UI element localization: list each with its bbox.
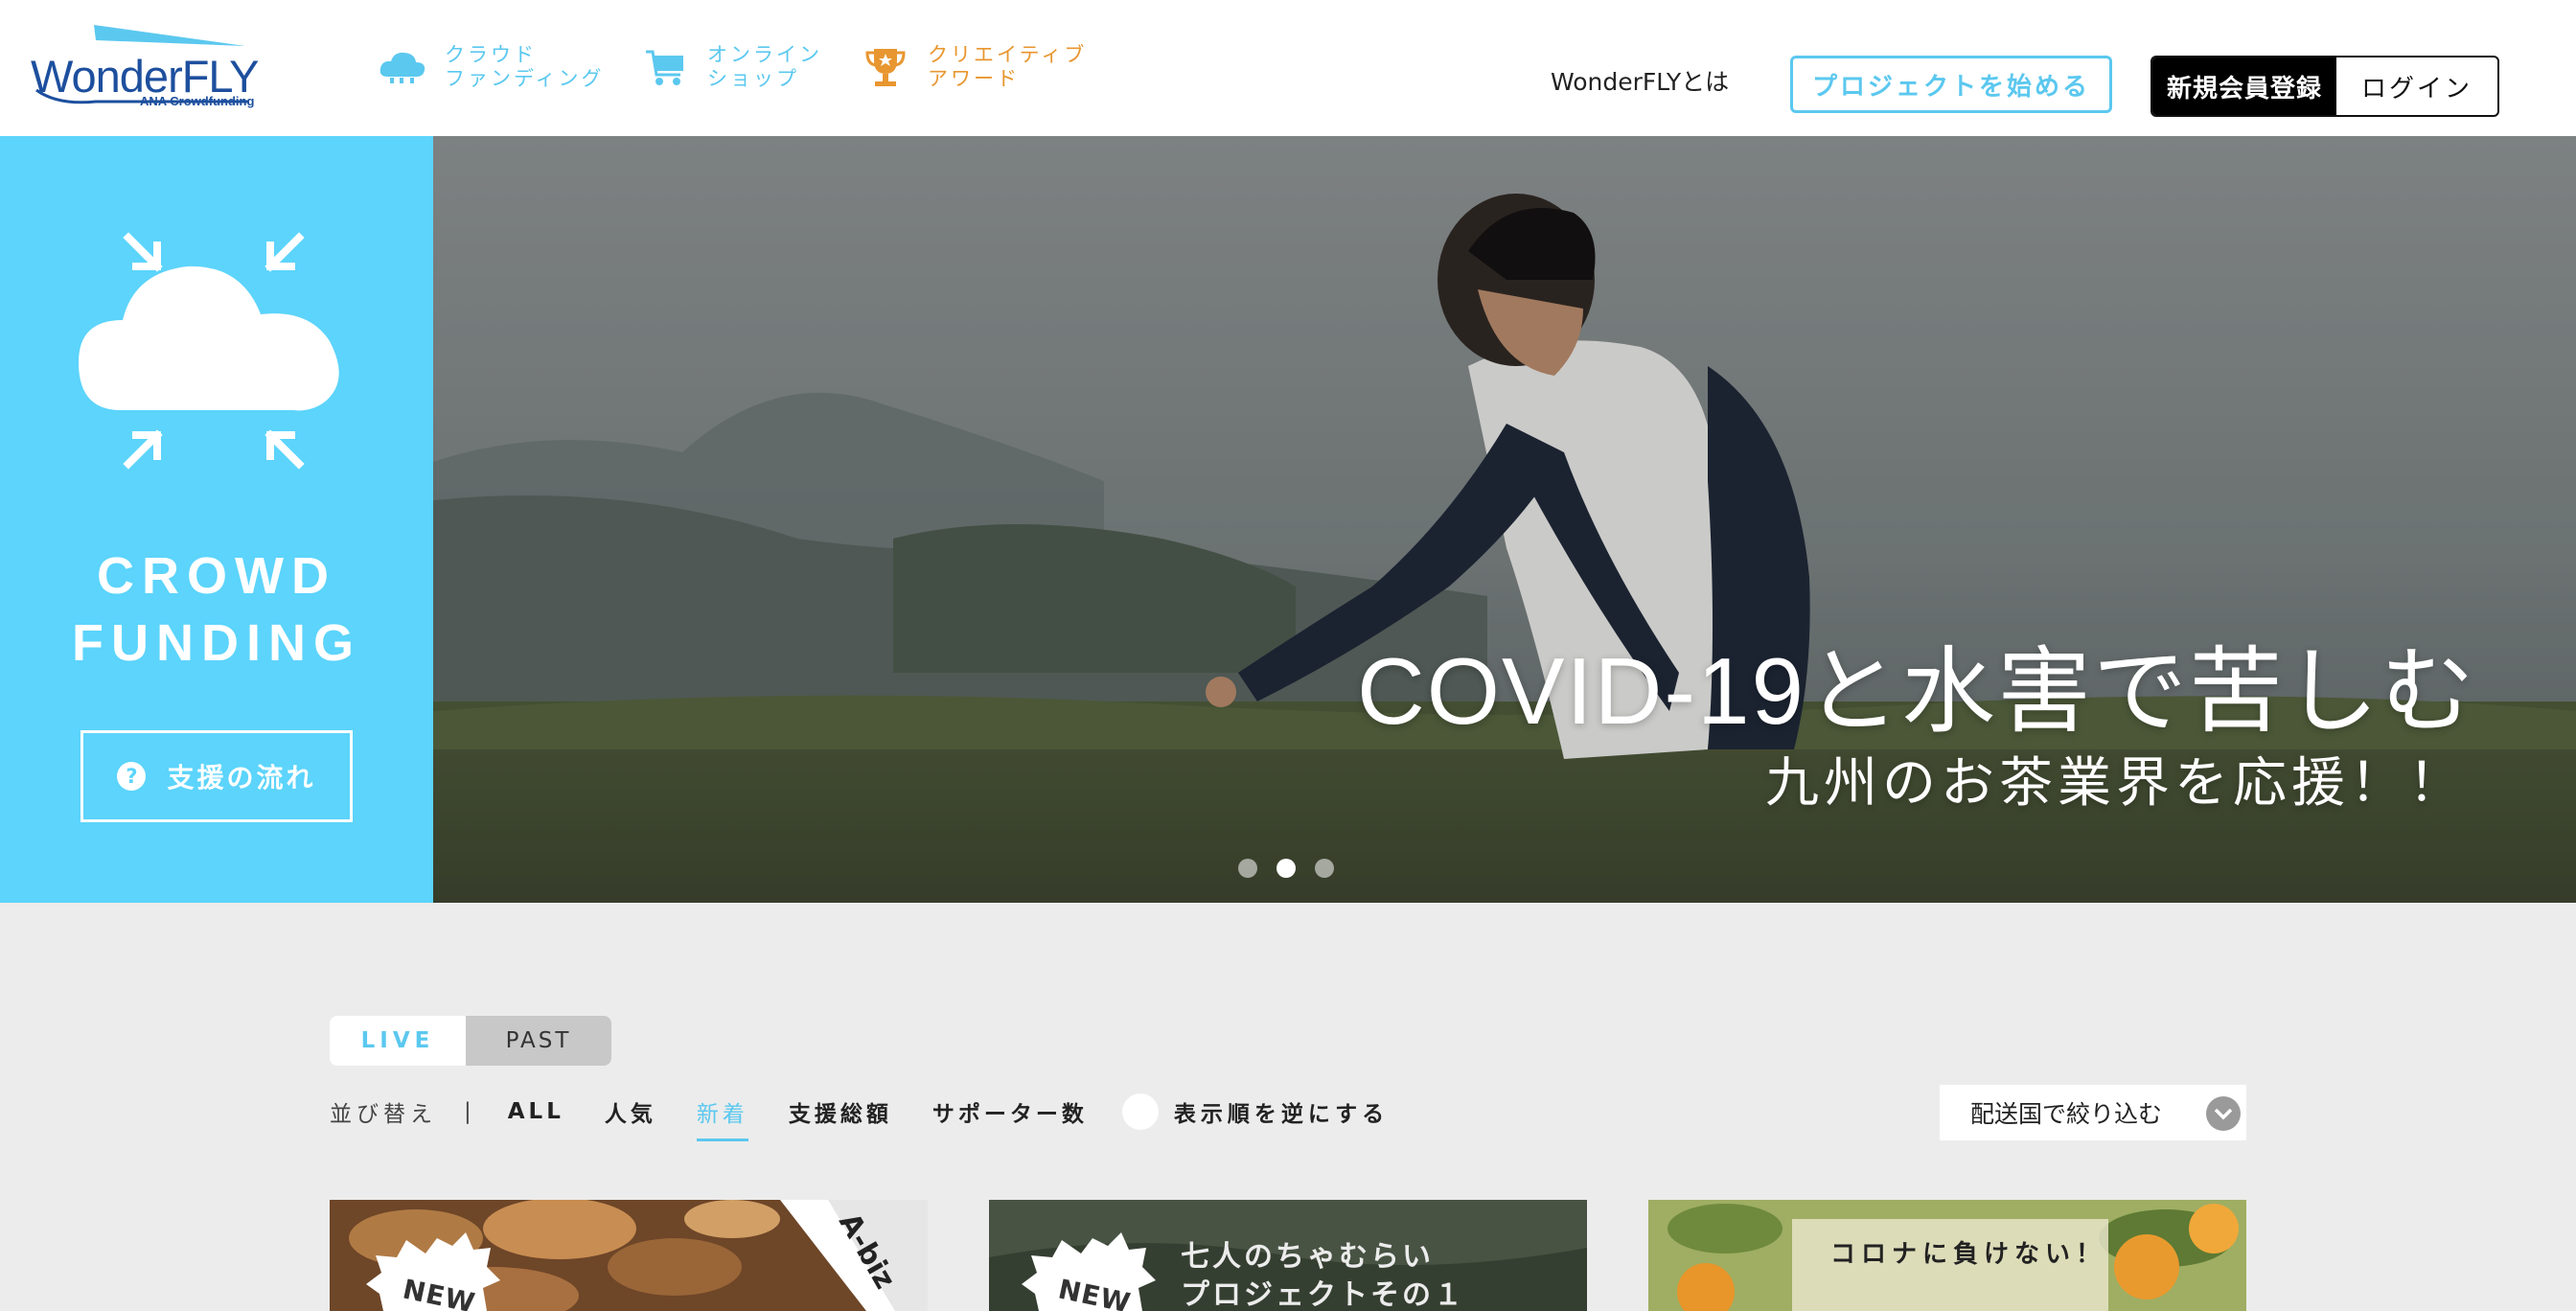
tab-live[interactable]: LIVE	[330, 1016, 466, 1066]
country-filter-select[interactable]: 配送国で絞り込む	[1940, 1085, 2246, 1140]
about-wonderfly-link[interactable]: WonderFLYとは	[1551, 63, 1729, 98]
card-overlay-text: コロナに負けない！	[1830, 1240, 2107, 1269]
nav-crowdfunding[interactable]: クラウド ファンディング	[378, 40, 605, 94]
logo-subtitle: ANA Crowdfunding	[140, 94, 255, 108]
auth-button-group: 新規会員登録 ログイン	[2150, 56, 2499, 117]
reverse-order-label[interactable]: 表示順を逆にする	[1174, 1095, 1389, 1128]
crowdfunding-cloud-icon	[79, 232, 339, 470]
sort-option-supporters[interactable]: サポーター数	[932, 1090, 1088, 1134]
nav-creative-award[interactable]: クリエイティブ アワード	[861, 40, 1087, 94]
slider-dot-1[interactable]	[1238, 859, 1257, 878]
sort-separator: |	[464, 1099, 472, 1124]
signup-button[interactable]: 新規会員登録	[2152, 58, 2336, 115]
project-card[interactable]: NEW A-biz	[330, 1200, 928, 1311]
live-past-tabs: LIVE PAST	[330, 1016, 611, 1066]
project-card[interactable]: コロナに負けない！	[1648, 1200, 2246, 1311]
support-flow-button[interactable]: ? 支援の流れ	[80, 730, 353, 822]
cloud-icon	[378, 42, 427, 92]
nav-label-crowdfunding: クラウド ファンディング	[445, 43, 605, 90]
start-project-button[interactable]: プロジェクトを始める	[1790, 56, 2112, 113]
reverse-order-toggle[interactable]	[1121, 1093, 1159, 1130]
crowdfunding-title: CROWD FUNDING	[72, 547, 361, 672]
sort-option-total-amount[interactable]: 支援総額	[789, 1090, 892, 1134]
hero-slider[interactable]: COVID-19と水害で苦しむ 九州のお茶業界を応援！！	[433, 136, 2576, 903]
sort-option-popular[interactable]: 人気	[605, 1090, 656, 1134]
cart-icon	[640, 42, 690, 92]
tab-past[interactable]: PAST	[466, 1016, 611, 1066]
login-button[interactable]: ログイン	[2336, 58, 2497, 115]
hero-title: COVID-19と水害で苦しむ	[1356, 638, 2476, 744]
question-icon: ?	[117, 762, 147, 791]
nav-label-creative-award: クリエイティブ アワード	[928, 43, 1088, 90]
chevron-down-icon	[2206, 1096, 2241, 1131]
wonderfly-logo[interactable]: WonderFLY ANA Crowdfunding	[29, 21, 270, 109]
sort-option-all[interactable]: ALL	[508, 1093, 564, 1130]
slider-dot-3[interactable]	[1315, 859, 1334, 878]
slider-dot-2[interactable]	[1276, 859, 1296, 878]
sort-option-new[interactable]: 新着	[696, 1090, 748, 1141]
site-header: WonderFLY ANA Crowdfunding クラウド ファンディング …	[0, 0, 2576, 136]
nav-online-shop[interactable]: オンライン ショップ	[640, 40, 822, 94]
country-filter-label: 配送国で絞り込む	[1970, 1100, 2163, 1128]
sort-bar: 並び替え | ALL 人気 新着 支援総額 サポーター数 表示順を逆にする	[330, 1090, 1389, 1141]
project-card[interactable]: NEW 七人のちゃむらい プロジェクトその１	[989, 1200, 1587, 1311]
support-flow-label: 支援の流れ	[167, 762, 316, 794]
nav-label-online-shop: オンライン ショップ	[707, 43, 822, 90]
trophy-icon	[861, 42, 910, 92]
slider-pagination	[1238, 859, 1334, 878]
hero-subtitle: 九州のお茶業界を応援！！	[1765, 752, 2467, 815]
sort-label: 並び替え	[330, 1102, 437, 1127]
crowdfunding-side-panel: CROWD FUNDING ? 支援の流れ	[0, 136, 433, 903]
card-overlay-text: 七人のちゃむらい プロジェクトその１	[1181, 1240, 1465, 1311]
